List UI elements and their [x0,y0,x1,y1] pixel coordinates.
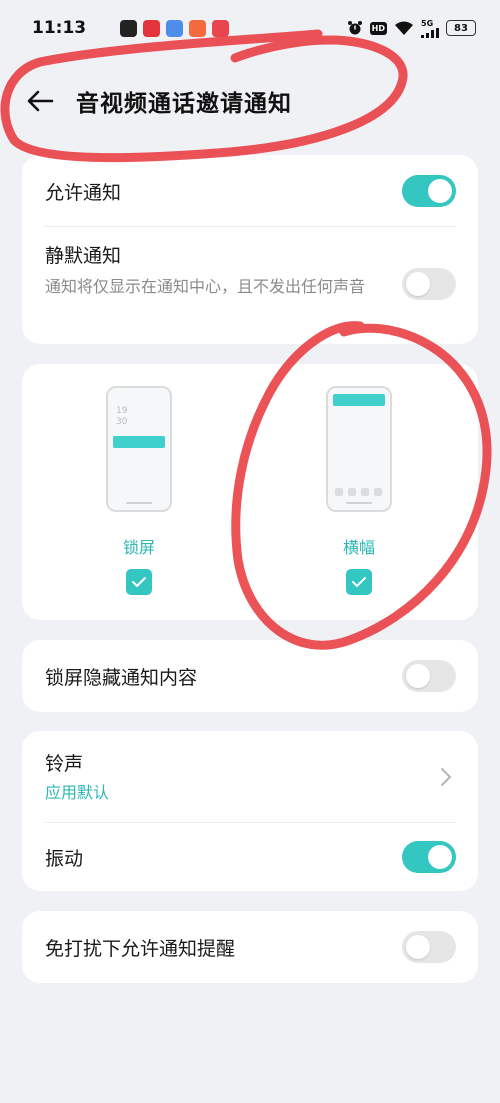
dnd-row[interactable]: 免打扰下允许通知提醒 [22,911,478,983]
battery-level: 83 [454,22,468,34]
banner-phone-preview [326,386,392,512]
notification-icons [120,19,229,37]
notification-settings-screen: 11:13 HD 5G 83 音视频通话邀请通知 允许通知 静默通知 通知将仅显… [0,0,500,1103]
silent-notification-label: 静默通知 [45,245,122,267]
home-indicator [126,502,152,504]
banner-checkbox[interactable] [346,569,372,595]
banner-style-option[interactable]: 横幅 [284,364,434,620]
lockscreen-style-option[interactable]: 19 30 锁屏 [64,364,214,620]
page-title: 音视频通话邀请通知 [76,91,292,117]
page-header: 音视频通话邀请通知 [0,70,500,132]
photos-app-icon [166,19,183,37]
sound-card: 铃声 应用默认 振动 [22,731,478,891]
lockscreen-phone-preview: 19 30 [106,386,172,512]
banner-notification-bar [333,394,385,406]
alarm-icon [347,20,363,36]
red-app-icon [143,19,160,37]
dnd-toggle[interactable] [402,931,456,963]
hide-content-card: 锁屏隐藏通知内容 [22,640,478,712]
toggle-knob [406,272,430,296]
toggle-knob [406,935,430,959]
lockscreen-label: 锁屏 [122,538,155,557]
banner-label: 横幅 [342,538,375,557]
status-icons: HD 5G 83 [347,19,476,38]
allow-notification-row[interactable]: 允许通知 [22,155,478,227]
toggle-knob [428,179,452,203]
status-time: 11:13 [32,18,87,38]
dnd-card: 免打扰下允许通知提醒 [22,911,478,983]
silent-notification-description: 通知将仅显示在通知中心，且不发出任何声音 [45,277,366,296]
network-type: 5G [421,18,434,28]
home-indicator [346,502,372,504]
allow-notification-label: 允许通知 [45,181,122,204]
battery-icon: 83 [446,20,476,36]
vibrate-row[interactable]: 振动 [22,823,478,891]
wifi-icon [394,20,414,36]
hide-content-row[interactable]: 锁屏隐藏通知内容 [22,640,478,712]
silent-notification-row[interactable]: 静默通知 通知将仅显示在通知中心，且不发出任何声音 [22,227,478,344]
allow-notification-toggle[interactable] [402,175,456,207]
vibrate-toggle[interactable] [402,841,456,873]
vibrate-label: 振动 [45,847,84,870]
lockscreen-checkbox[interactable] [126,569,152,595]
chevron-right-icon [441,768,452,786]
dnd-label: 免打扰下允许通知提醒 [45,937,236,960]
music-app-icon [212,19,229,37]
hide-content-toggle[interactable] [402,660,456,692]
ringtone-value: 应用默认 [45,783,110,802]
hide-content-label: 锁屏隐藏通知内容 [45,666,198,689]
preview-clock-minute: 30 [116,417,128,427]
toggle-knob [406,664,430,688]
preview-clock: 19 30 [116,406,127,428]
preview-dock [335,488,382,496]
back-arrow-icon [27,90,54,112]
preview-clock-hour: 19 [116,406,128,416]
status-bar: 11:13 HD 5G 83 [0,0,500,56]
silent-notification-toggle[interactable] [402,268,456,300]
lockscreen-notification-bar [113,436,165,448]
check-icon [132,577,146,587]
check-icon [352,577,366,587]
mail-app-icon [120,19,137,37]
hd-icon: HD [369,21,387,35]
ringtone-label: 铃声 [45,753,84,775]
back-button[interactable] [18,79,62,123]
toggle-knob [428,845,452,869]
video-app-icon [189,19,206,37]
ringtone-row[interactable]: 铃声 应用默认 [22,731,478,823]
notification-style-card: 19 30 锁屏 横幅 [22,364,478,620]
signal-icon: 5G [421,19,439,38]
allow-notification-card: 允许通知 静默通知 通知将仅显示在通知中心，且不发出任何声音 [22,155,478,344]
